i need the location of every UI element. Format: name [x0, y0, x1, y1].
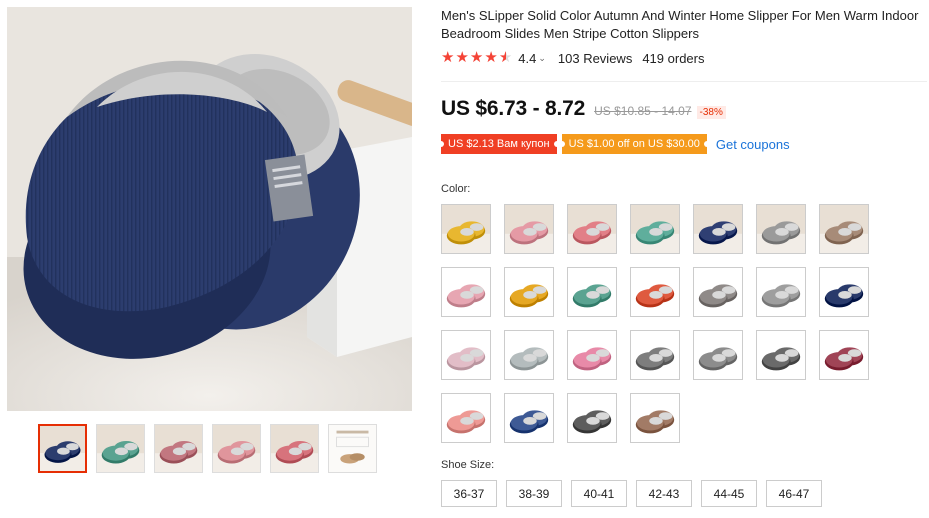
color-swatch-brown-stripe[interactable] — [630, 393, 680, 443]
star-icon: ★ — [484, 49, 498, 66]
color-swatch-gray-stripe[interactable] — [567, 393, 617, 443]
color-swatch-blue-stripe[interactable] — [504, 393, 554, 443]
star-icon: ★ — [441, 49, 455, 66]
color-swatch-coral-stripe[interactable] — [441, 393, 491, 443]
color-swatch-photo-yellow[interactable] — [441, 204, 491, 254]
size-option-44-45[interactable]: 44-45 — [701, 480, 757, 507]
thumbnail-strip — [38, 424, 377, 473]
rating-value[interactable]: 4.4 — [518, 51, 536, 66]
color-swatch-photo-navy[interactable] — [693, 204, 743, 254]
star-rating: ★ ★ ★ ★ ★ — [441, 50, 512, 66]
color-swatch-dark-gray[interactable] — [630, 330, 680, 380]
thumbnail-navy[interactable] — [38, 424, 87, 473]
star-icon: ★ — [455, 49, 469, 66]
color-swatch-taupe[interactable] — [693, 267, 743, 317]
original-price: US $10.85 - 14.07 — [594, 104, 692, 118]
current-price: US $6.73 - 8.72 — [441, 97, 586, 120]
color-label: Color: — [441, 183, 471, 195]
coupon-store[interactable]: US $2.13 Вам купон — [438, 134, 560, 154]
color-swatch-pink[interactable] — [441, 267, 491, 317]
size-label: Shoe Size: — [441, 459, 495, 471]
size-option-46-47[interactable]: 46-47 — [766, 480, 822, 507]
color-swatch-photo-brown[interactable] — [819, 204, 869, 254]
color-swatch-light-gray[interactable] — [756, 267, 806, 317]
thumbnail-green[interactable] — [96, 424, 145, 473]
thumbnail-multi[interactable] — [154, 424, 203, 473]
color-swatch-red[interactable] — [630, 267, 680, 317]
star-icon: ★ — [469, 49, 484, 66]
product-title: Men's SLipper Solid Color Autumn And Win… — [441, 8, 919, 41]
thumbnail-rose[interactable] — [270, 424, 319, 473]
price-row: US $6.73 - 8.72 US $10.85 - 14.07 -38% — [441, 97, 726, 121]
color-swatch-charcoal[interactable] — [756, 330, 806, 380]
color-swatch-grid — [441, 204, 881, 443]
size-option-42-43[interactable]: 42-43 — [636, 480, 692, 507]
color-swatch-maroon-stripe[interactable] — [819, 330, 869, 380]
color-swatch-light-pink[interactable] — [441, 330, 491, 380]
get-coupons-link[interactable]: Get coupons — [716, 137, 790, 152]
coupon-row: US $2.13 Вам купон US $1.00 off on US $3… — [438, 134, 790, 154]
divider — [441, 81, 927, 82]
half-star-icon: ★ — [498, 49, 513, 66]
color-swatch-navy[interactable] — [819, 267, 869, 317]
main-product-image[interactable] — [7, 7, 412, 411]
discount-badge: -38% — [696, 106, 726, 119]
thumbnail-pink-closeup[interactable] — [212, 424, 261, 473]
color-swatch-silver[interactable] — [504, 330, 554, 380]
chevron-down-icon[interactable]: ⌄ — [538, 53, 546, 64]
size-option-36-37[interactable]: 36-37 — [441, 480, 497, 507]
color-swatch-photo-rose[interactable] — [567, 204, 617, 254]
color-swatch-photo-pink[interactable] — [504, 204, 554, 254]
color-swatch-yellow[interactable] — [504, 267, 554, 317]
color-swatch-photo-green[interactable] — [630, 204, 680, 254]
color-swatch-green[interactable] — [567, 267, 617, 317]
color-swatch-bright-pink[interactable] — [567, 330, 617, 380]
size-option-40-41[interactable]: 40-41 — [571, 480, 627, 507]
color-swatch-photo-gray[interactable] — [756, 204, 806, 254]
size-options: 36-37 38-39 40-41 42-43 44-45 46-47 — [441, 480, 822, 507]
rating-row: ★ ★ ★ ★ ★ 4.4 ⌄ 103 Reviews 419 orders — [441, 50, 704, 66]
size-option-38-39[interactable]: 38-39 — [506, 480, 562, 507]
thumbnail-size-chart[interactable] — [328, 424, 377, 473]
reviews-link[interactable]: 103 Reviews — [558, 51, 632, 66]
coupon-select[interactable]: US $1.00 off on US $30.00 — [558, 134, 711, 154]
color-swatch-stone[interactable] — [693, 330, 743, 380]
orders-count: 419 orders — [642, 50, 705, 66]
